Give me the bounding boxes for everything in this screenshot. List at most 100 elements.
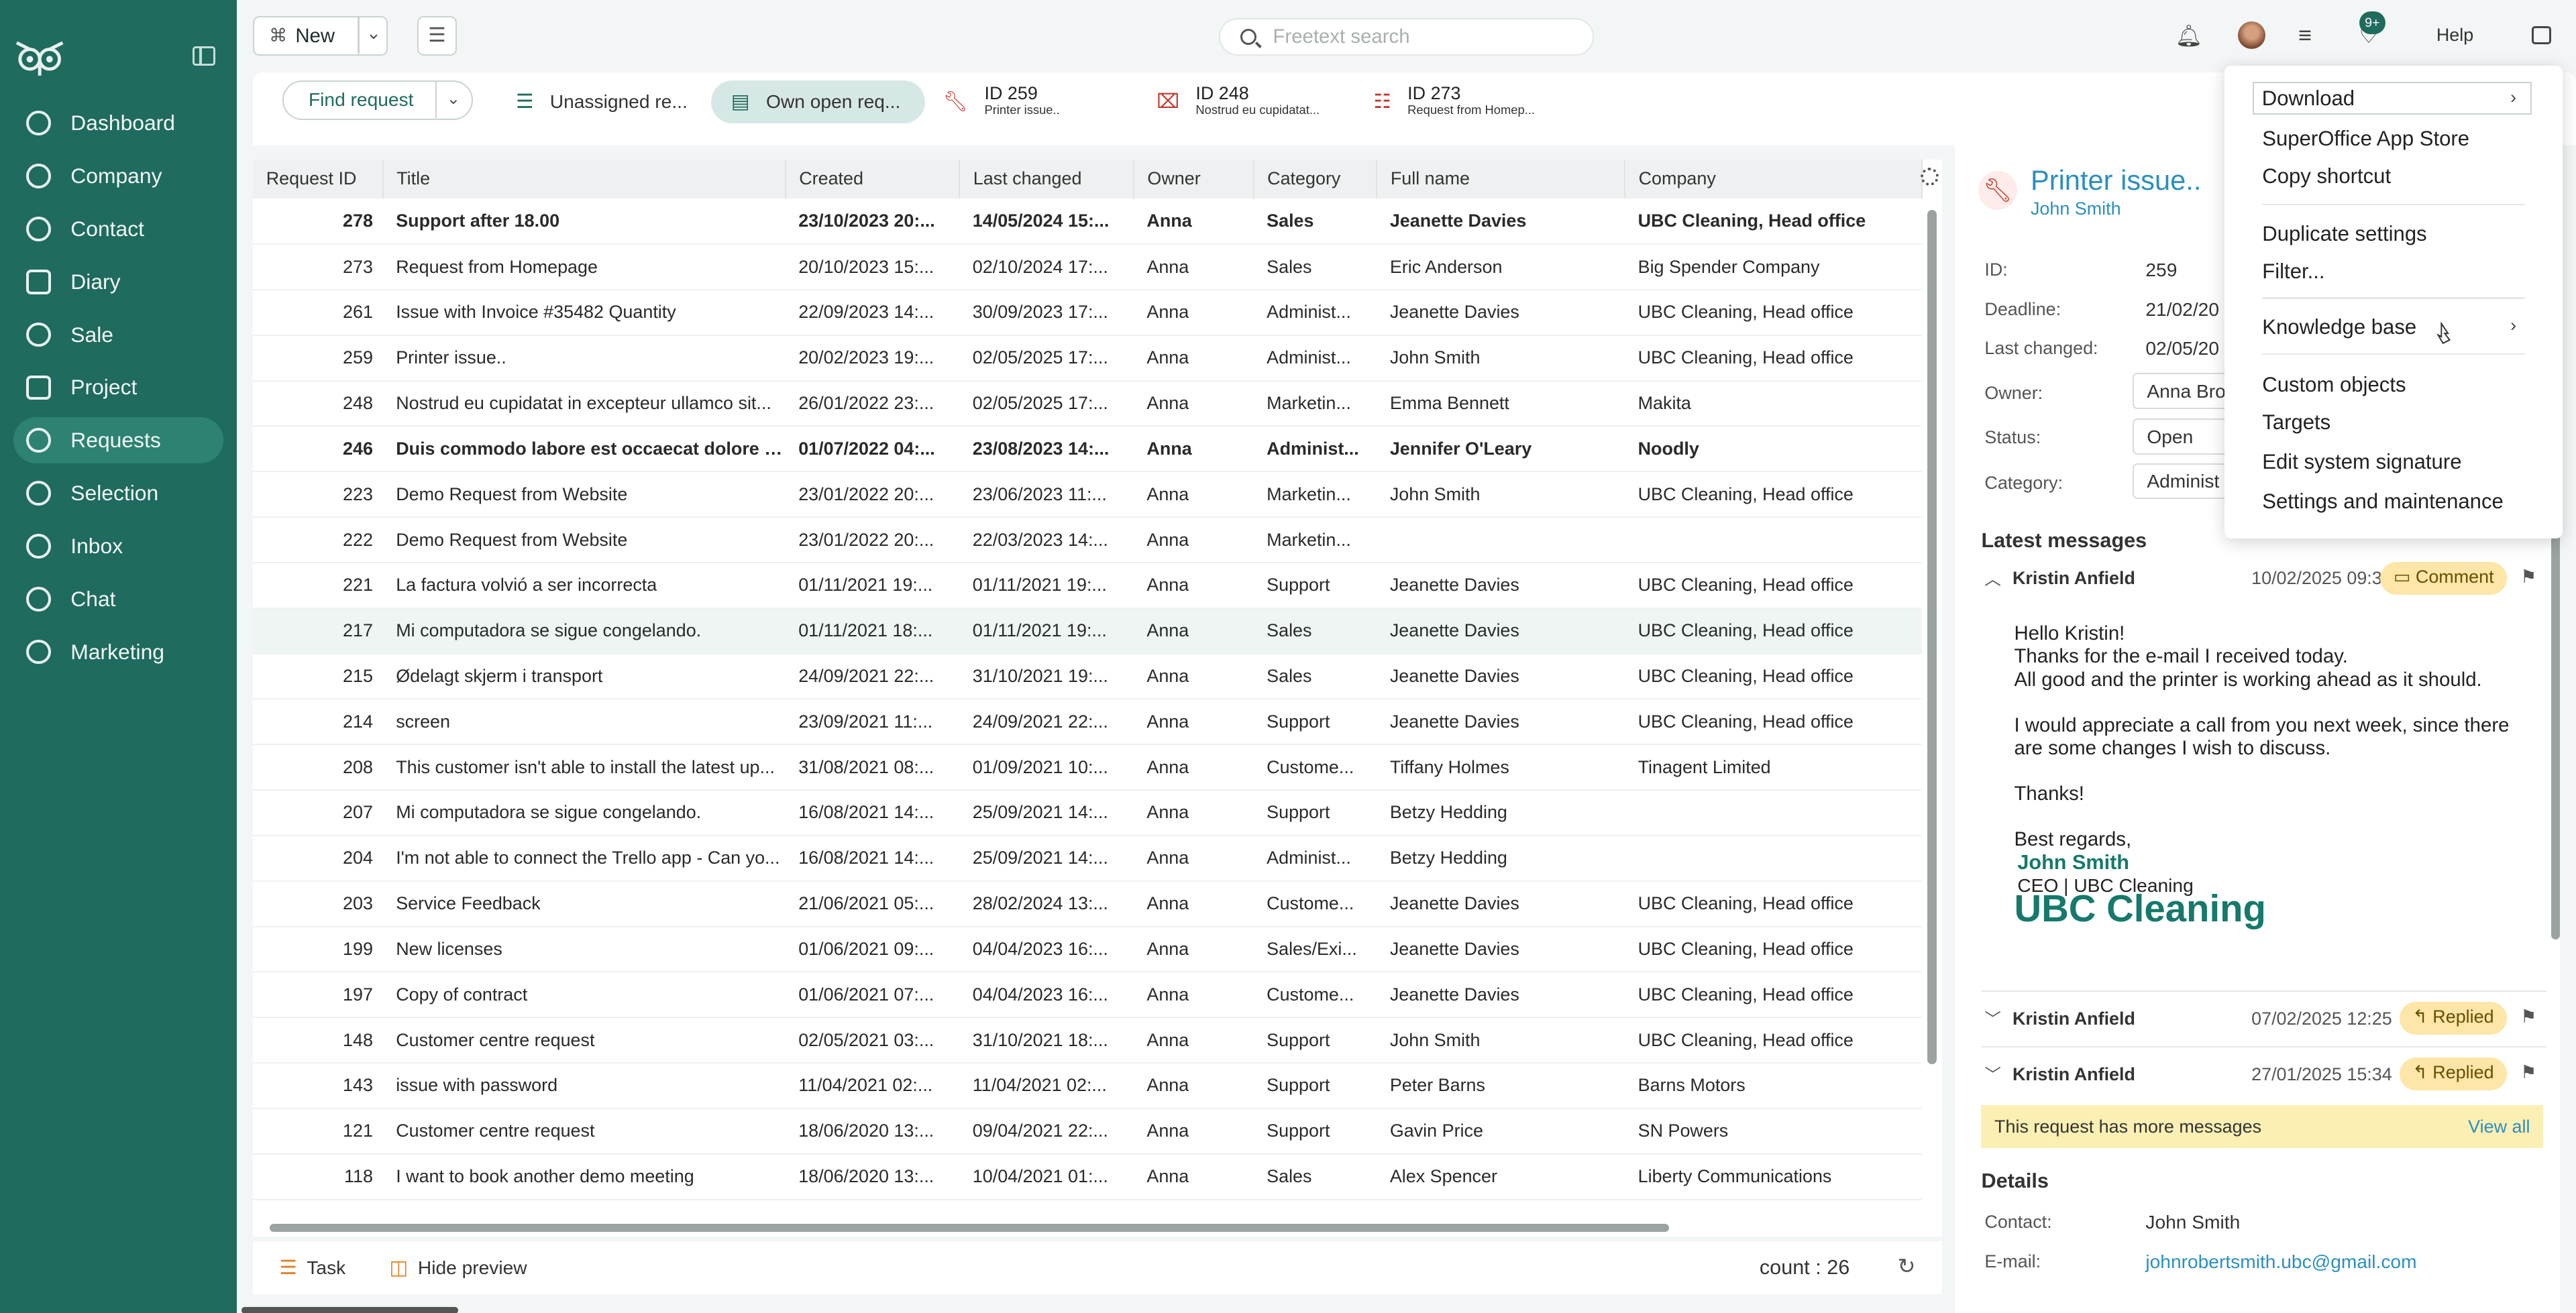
sidebar-item-inbox[interactable]: Inbox [13, 523, 223, 569]
table-row[interactable]: 221 La factura volvió a ser incorrecta 01/… [253, 563, 1923, 608]
menu-item-targets[interactable]: Targets [2262, 410, 2330, 435]
flag-icon[interactable]: ⚑ [2520, 567, 2536, 587]
page-scrollbar[interactable] [241, 1307, 459, 1313]
table-row[interactable]: 259 Printer issue.. 20/02/2023 19:... 02/05… [253, 335, 1923, 381]
sidebar-item-requests[interactable]: Requests [13, 417, 224, 463]
sidebar-item-marketing[interactable]: Marketing [13, 629, 223, 675]
sidebar-item-contact[interactable]: Contact [13, 206, 223, 252]
table-row[interactable]: 222 Demo Request from Website 23/01/2022 2… [253, 517, 1923, 563]
table-row[interactable]: 148 Customer centre request 02/05/2021 03:… [253, 1017, 1923, 1064]
menu-icon[interactable]: ≡ [2298, 23, 2312, 49]
tab-id-259[interactable]: 🔧︎ ID 259 Printer issue.. [923, 80, 1120, 123]
column-header[interactable]: Full name [1377, 159, 1626, 199]
column-header[interactable]: Company [1625, 159, 1923, 199]
contact-value[interactable]: John Smith [2145, 1212, 2240, 1233]
table-cell: 222 [343, 529, 373, 550]
new-button[interactable]: ⌘ New ⌄ [253, 16, 388, 56]
table-vertical-scrollbar[interactable] [1927, 210, 1937, 1064]
preview-contact-link[interactable]: John Smith [2031, 198, 2121, 219]
table-row[interactable]: 199 New licenses 01/06/2021 09:... 04/04/20… [253, 927, 1923, 972]
refresh-icon[interactable]: ↻ [1898, 1253, 1916, 1279]
table-row[interactable]: 215 Ødelagt skjerm i transport 24/09/2021 … [253, 654, 1923, 699]
column-header[interactable]: Title [382, 159, 786, 199]
menu-item-app-store[interactable]: SuperOffice App Store [2262, 127, 2469, 151]
table-row[interactable]: 118 I want to book another demo meeting 18… [253, 1154, 1923, 1200]
table-cell: UBC Cleaning, Head office [1638, 893, 1854, 914]
column-header[interactable]: Category [1253, 159, 1378, 199]
flag-icon[interactable]: ⚑ [2520, 1007, 2536, 1027]
table-row[interactable]: 217 Mi computadora se sigue congelando. 01… [253, 608, 1923, 654]
table-row[interactable]: 248 Nostrud eu cupidatat in excepteur ull… [253, 381, 1923, 426]
table-row[interactable]: 204 I'm not able to connect the Trello ap… [253, 836, 1923, 881]
message-header[interactable]: ﹀ Kristin Anfield 07/02/2025 12:25 ↰ Rep… [1981, 1001, 2546, 1038]
menu-item-download[interactable]: Download [2252, 82, 2532, 115]
message-header[interactable]: ︿ Kristin Anfield 10/02/2025 09:32 ▭ Com… [1981, 561, 2546, 598]
column-header[interactable]: Request ID [253, 159, 384, 199]
email-link[interactable]: johnrobertsmith.ubc@gmail.com [2145, 1251, 2416, 1273]
tab-id-248[interactable]: ⌧ ID 248 Nostrud eu cupidatat... [1137, 80, 1334, 123]
column-settings-gear-icon[interactable] [1920, 167, 1939, 186]
menu-item-filter[interactable]: Filter... [2262, 260, 2324, 284]
table-cell: 261 [343, 302, 373, 323]
chevron-down-icon[interactable]: ⌄ [447, 89, 461, 109]
table-row[interactable]: 214 screen 23/09/2021 11:... 24/09/2021 22:… [253, 699, 1923, 745]
table-row[interactable]: 273 Request from Homepage 20/10/2023 15:..… [253, 244, 1923, 290]
table-cell: 30/09/2023 17:... [972, 302, 1108, 323]
owl-logo-icon[interactable] [13, 36, 66, 82]
sidebar-item-company[interactable]: Company [13, 153, 223, 199]
task-button[interactable]: ☰ Task [279, 1256, 345, 1279]
table-row[interactable]: 278 Support after 18.00 23/10/2023 20:... 1… [253, 198, 1923, 245]
sidebar-item-sale[interactable]: Sale [13, 312, 223, 358]
tab-own-open[interactable]: ▤ Own open req... [711, 80, 925, 123]
table-row[interactable]: 246 Duis commodo labore est occaecat dolo… [253, 426, 1923, 472]
table-row[interactable]: 223 Demo Request from Website 23/01/2022 2… [253, 471, 1923, 518]
search-input[interactable] [1273, 25, 1569, 49]
menu-item-knowledge-base[interactable]: Knowledge base [2262, 315, 2416, 339]
menu-item-custom-objects[interactable]: Custom objects [2262, 373, 2406, 397]
chevron-down-icon[interactable]: ﹀ [1984, 1007, 2000, 1030]
task-list-button[interactable]: ☰ [417, 16, 457, 56]
table-row[interactable]: 261 Issue with Invoice #35482 Quantity 22/… [253, 290, 1923, 335]
find-request-button[interactable]: Find request ⌄ [282, 80, 474, 120]
preview-title[interactable]: Printer issue.. [2031, 164, 2201, 196]
avatar[interactable] [2237, 21, 2266, 50]
sidebar-collapse-icon[interactable] [192, 46, 215, 66]
chevron-down-icon[interactable]: ﹀ [1984, 1062, 2000, 1086]
signature-name: John Smith [2017, 851, 2129, 874]
hide-preview-button[interactable]: ◫ Hide preview [389, 1256, 527, 1279]
sidebar-item-selection[interactable]: Selection [13, 470, 223, 516]
bell-icon[interactable]: 🔔︎ [2175, 23, 2202, 48]
table-horizontal-scrollbar[interactable] [269, 1223, 1670, 1232]
column-header[interactable]: Last changed [959, 159, 1134, 199]
message-header[interactable]: ﹀ Kristin Anfield 27/01/2025 15:34 ↰ Rep… [1981, 1058, 2546, 1094]
table-cell: Anna [1146, 347, 1189, 368]
table-cell: 203 [343, 893, 373, 914]
tab-id-273[interactable]: ☷ ID 273 Request from Homep... [1354, 80, 1551, 123]
table-cell: 23/06/2023 11:... [972, 483, 1107, 504]
flag-icon[interactable]: ⚑ [2520, 1062, 2536, 1083]
sidebar-item-diary[interactable]: Diary [13, 259, 223, 305]
table-row[interactable]: 121 Customer centre request 18/06/2020 13:… [253, 1108, 1923, 1154]
table-row[interactable]: 143 issue with password 11/04/2021 02:... 1… [253, 1063, 1923, 1108]
table-cell: Jeanette Davies [1389, 211, 1527, 231]
table-row[interactable]: 203 Service Feedback 21/06/2021 05:... 28/0… [253, 881, 1923, 927]
sidebar-item-dashboard[interactable]: Dashboard [13, 100, 223, 146]
help-link[interactable]: Help [2436, 25, 2473, 46]
view-all-link[interactable]: View all [2468, 1117, 2530, 1137]
column-header[interactable]: Owner [1133, 159, 1254, 199]
menu-item-copy-shortcut[interactable]: Copy shortcut [2262, 164, 2391, 188]
chevron-up-icon[interactable]: ︿ [1984, 567, 2000, 590]
sidebar-item-chat[interactable]: Chat [13, 576, 223, 622]
column-header[interactable]: Created [785, 159, 961, 199]
search-box[interactable] [1219, 17, 1594, 56]
menu-item-edit-system-signature[interactable]: Edit system signature [2262, 450, 2461, 474]
chevron-down-icon[interactable]: ⌄ [366, 23, 382, 44]
panel-toggle-icon[interactable] [2531, 26, 2552, 45]
tab-unassigned[interactable]: ☰ Unassigned re... [496, 80, 694, 123]
menu-item-settings-maintenance[interactable]: Settings and maintenance [2262, 490, 2504, 514]
sidebar-item-project[interactable]: Project [13, 365, 223, 411]
menu-item-duplicate-settings[interactable]: Duplicate settings [2262, 222, 2426, 246]
table-row[interactable]: 208 This customer isn't able to install t… [253, 744, 1923, 791]
table-row[interactable]: 207 Mi computadora se sigue congelando. 16… [253, 790, 1923, 836]
table-row[interactable]: 197 Copy of contract 01/06/2021 07:... 04/0… [253, 972, 1923, 1018]
